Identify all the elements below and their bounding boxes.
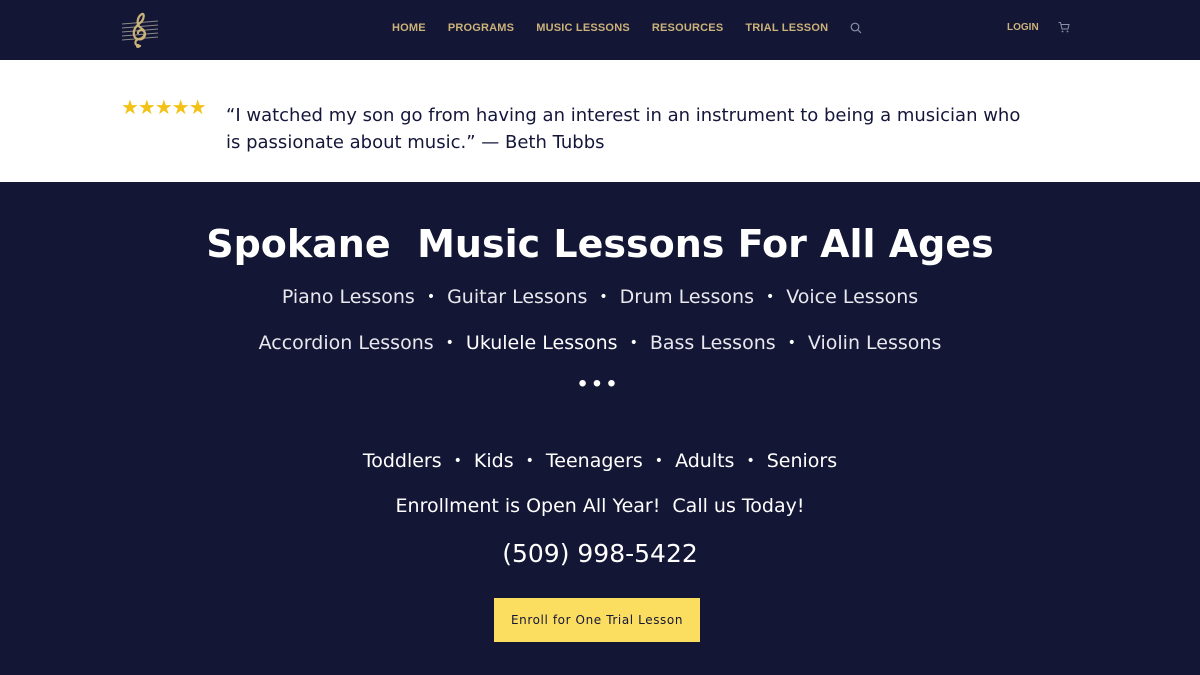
voice-lessons-link[interactable]: Voice Lessons xyxy=(786,286,918,308)
bass-lessons-link[interactable]: Bass Lessons xyxy=(650,332,776,354)
enroll-trial-lesson-button[interactable]: Enroll for One Trial Lesson xyxy=(494,598,700,642)
piano-lessons-link[interactable]: Piano Lessons xyxy=(282,286,415,308)
bullet-separator: • xyxy=(445,335,454,351)
nav-resources[interactable]: RESOURCES xyxy=(652,22,723,34)
cart-icon[interactable] xyxy=(1058,21,1070,33)
lessons-row-2: Accordion Lessons • Ukulele Lessons • Ba… xyxy=(0,332,1200,354)
bullet-separator: • xyxy=(629,335,638,351)
testimonial-quote: “I watched my son go from having an inte… xyxy=(226,105,1021,153)
bullet-separator: • xyxy=(654,453,664,469)
ellipsis-dots: ••• xyxy=(578,370,622,397)
hero-section: Spokane Music Lessons For All Ages Piano… xyxy=(0,182,1200,675)
bullet-separator: • xyxy=(426,289,436,305)
age-groups: Toddlers • Kids • Teenagers • Adults • S… xyxy=(0,450,1200,472)
lessons-row-1: Piano Lessons • Guitar Lessons • Drum Le… xyxy=(0,286,1200,308)
age-kids: Kids xyxy=(473,450,514,472)
search-icon[interactable] xyxy=(850,22,862,34)
violin-lessons-link[interactable]: Violin Lessons xyxy=(808,332,941,354)
bullet-separator: • xyxy=(599,289,608,305)
nav-music-lessons[interactable]: MUSIC LESSONS xyxy=(536,22,630,34)
nav-trial-lesson[interactable]: TRIAL LESSON xyxy=(745,22,828,34)
nav-home[interactable]: HOME xyxy=(392,22,426,34)
bullet-separator: • xyxy=(787,335,796,351)
nav-programs[interactable]: PROGRAMS xyxy=(448,22,514,34)
age-seniors: Seniors xyxy=(766,450,838,472)
login-link[interactable]: LOGIN xyxy=(1007,22,1039,33)
rating-stars-icon: ★★★★★ xyxy=(121,97,207,119)
drum-lessons-link[interactable]: Drum Lessons xyxy=(620,286,754,308)
testimonial-banner: ★★★★★ “I watched my son go from having a… xyxy=(0,60,1200,182)
guitar-lessons-link[interactable]: Guitar Lessons xyxy=(447,286,587,308)
age-toddlers: Toddlers xyxy=(362,450,442,472)
treble-clef-logo-icon[interactable] xyxy=(120,10,160,50)
ukulele-lessons-link[interactable]: Ukulele Lessons xyxy=(466,332,618,354)
phone-number[interactable]: (509) 998-5422 xyxy=(0,539,1200,568)
main-nav: HOME PROGRAMS MUSIC LESSONS RESOURCES TR… xyxy=(392,22,862,34)
age-adults: Adults xyxy=(675,450,735,472)
bullet-separator: • xyxy=(525,453,534,469)
bullet-separator: • xyxy=(746,453,755,469)
bullet-separator: • xyxy=(765,289,775,305)
hero-title: Spokane Music Lessons For All Ages xyxy=(206,222,994,266)
accordion-lessons-link[interactable]: Accordion Lessons xyxy=(259,332,434,354)
bullet-separator: • xyxy=(453,453,462,469)
age-teenagers: Teenagers xyxy=(545,450,643,472)
enrollment-message: Enrollment is Open All Year! Call us Tod… xyxy=(395,495,805,517)
site-header: HOME PROGRAMS MUSIC LESSONS RESOURCES TR… xyxy=(0,0,1200,60)
